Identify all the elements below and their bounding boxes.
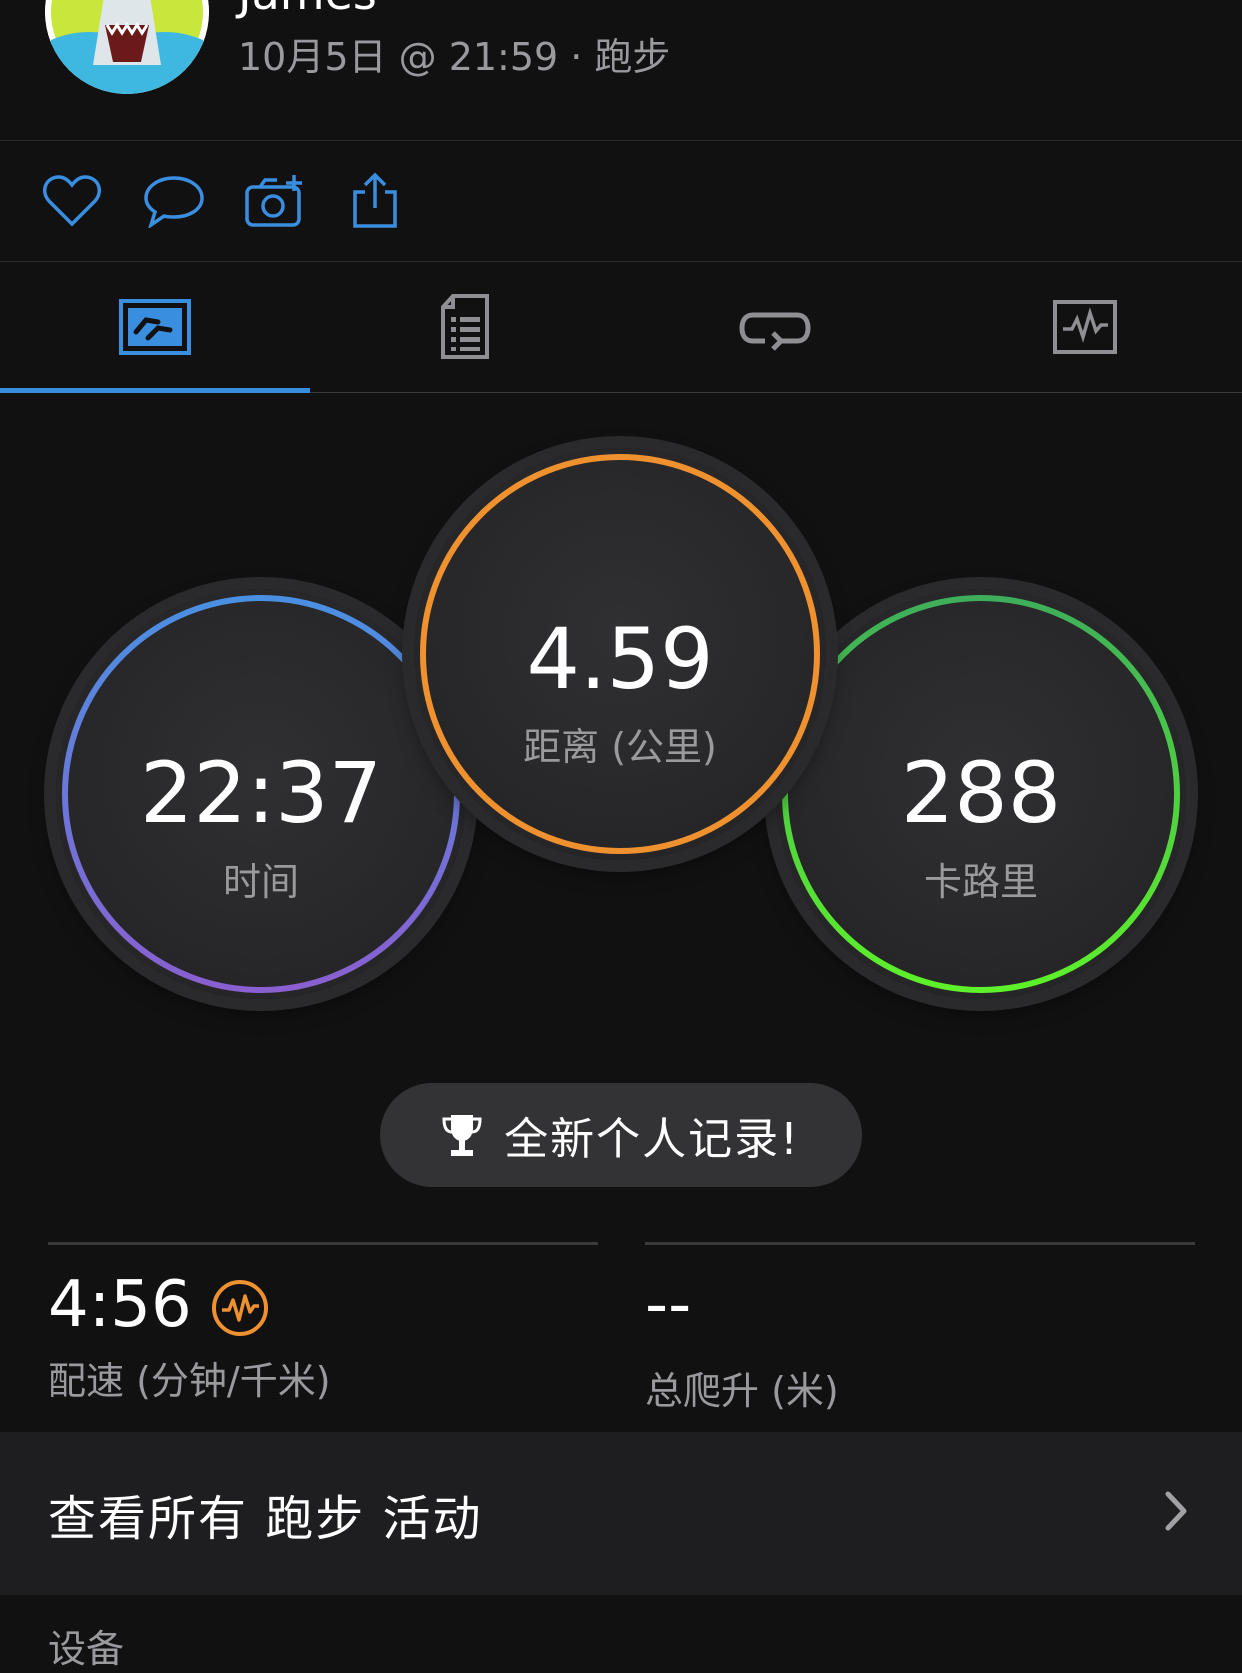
time-value: 22:37 bbox=[139, 744, 383, 842]
view-all-activities-text: 查看所有 跑步 活动 bbox=[48, 1490, 483, 1547]
active-tab-indicator bbox=[0, 388, 310, 393]
action-bar bbox=[0, 141, 1242, 262]
username: James bbox=[238, 0, 377, 20]
calories-label: 卡路里 bbox=[923, 860, 1038, 904]
distance-label: 距离 (公里) bbox=[523, 725, 717, 769]
laps-tab-icon bbox=[739, 312, 811, 351]
heart-icon bbox=[43, 175, 101, 227]
tab-summary[interactable] bbox=[0, 262, 310, 392]
trophy-icon bbox=[442, 1115, 482, 1156]
elevation-label: 总爬升 (米) bbox=[645, 1369, 839, 1413]
tab-chart[interactable] bbox=[930, 262, 1240, 392]
pace-value: 4:56 bbox=[48, 1268, 192, 1342]
add-photo-button[interactable] bbox=[243, 169, 307, 233]
like-button[interactable] bbox=[40, 169, 104, 233]
calories-metric: 288 卡路里 bbox=[776, 589, 1186, 999]
shark-avatar-icon bbox=[45, 0, 209, 94]
calories-value: 288 bbox=[900, 744, 1062, 842]
activity-tabs bbox=[0, 262, 1242, 393]
share-button[interactable] bbox=[343, 169, 407, 233]
pace-icon bbox=[212, 1280, 268, 1336]
comment-icon bbox=[144, 176, 204, 228]
elevation-value: -- bbox=[645, 1268, 692, 1342]
pace-label: 配速 (分钟/千米) bbox=[48, 1359, 331, 1403]
stat-divider-right bbox=[645, 1242, 1195, 1245]
activity-header: James 10月5日 @ 21:59 · 跑步 bbox=[0, 0, 1242, 141]
avatar[interactable] bbox=[45, 0, 209, 94]
personal-record-text: 全新个人记录! bbox=[504, 1114, 800, 1165]
distance-value: 4.59 bbox=[526, 610, 714, 708]
add-photo-icon bbox=[245, 175, 302, 227]
distance-metric: 4.59 距离 (公里) bbox=[414, 448, 826, 860]
stat-divider-left bbox=[48, 1242, 598, 1245]
chart-tab-icon bbox=[1053, 300, 1117, 354]
activity-meta: 10月5日 @ 21:59 · 跑步 bbox=[238, 35, 671, 79]
tab-details[interactable] bbox=[310, 262, 620, 392]
chevron-right-icon bbox=[1165, 1491, 1187, 1531]
time-label: 时间 bbox=[222, 860, 299, 904]
personal-record-badge[interactable]: 全新个人记录! bbox=[380, 1083, 862, 1187]
comment-button[interactable] bbox=[142, 169, 206, 233]
details-tab-icon bbox=[441, 294, 489, 359]
device-section-title: 设备 bbox=[48, 1627, 125, 1671]
tab-laps[interactable] bbox=[620, 262, 930, 392]
share-icon bbox=[353, 172, 397, 228]
view-all-activities-row[interactable]: 查看所有 跑步 活动 bbox=[0, 1432, 1242, 1595]
summary-tab-icon bbox=[119, 299, 191, 355]
time-metric: 22:37 时间 bbox=[56, 589, 466, 999]
